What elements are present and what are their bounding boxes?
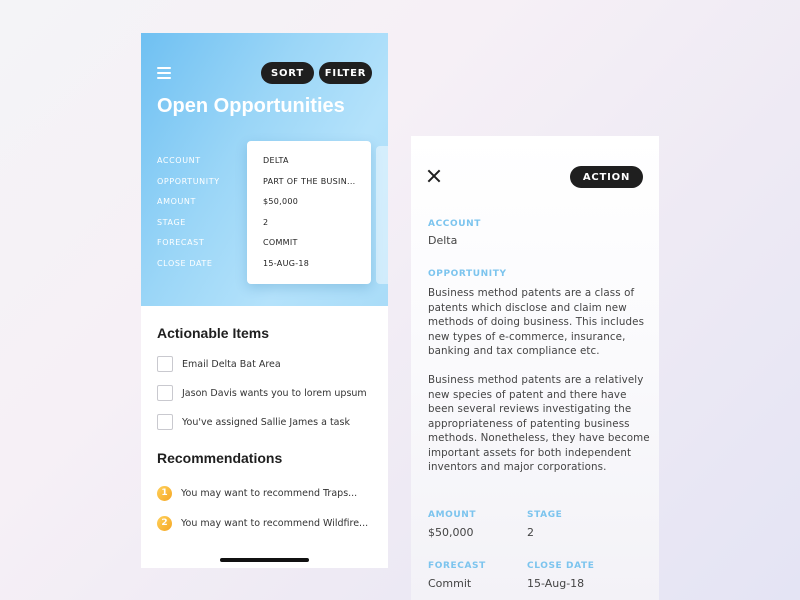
checkbox[interactable] bbox=[157, 414, 173, 430]
close-icon[interactable] bbox=[427, 169, 441, 183]
field-labels: ACCOUNT OPPORTUNITY AMOUNT STAGE FORECAS… bbox=[157, 156, 220, 279]
card-value-opportunity: PART OF THE BUSIN... bbox=[263, 176, 356, 186]
card-value-account: DELTA bbox=[263, 156, 289, 165]
page-title: Open Opportunities bbox=[157, 95, 345, 117]
forecast-label: FORECAST bbox=[428, 561, 486, 571]
account-value: Delta bbox=[428, 234, 458, 247]
close-date-label: CLOSE DATE bbox=[527, 561, 595, 571]
amount-label: AMOUNT bbox=[428, 510, 477, 520]
checkbox[interactable] bbox=[157, 385, 173, 401]
card-value-close-date: 15-AUG-18 bbox=[263, 258, 310, 268]
menu-icon[interactable] bbox=[157, 67, 171, 79]
field-label-opportunity: OPPORTUNITY bbox=[157, 176, 220, 186]
field-label-amount: AMOUNT bbox=[157, 197, 196, 206]
recommendation-label: You may want to recommend Traps... bbox=[181, 487, 358, 499]
card-value-forecast: COMMIT bbox=[263, 238, 298, 247]
number-badge: 1 bbox=[157, 485, 172, 501]
actionable-items-title: Actionable Items bbox=[157, 325, 270, 341]
amount-value: $50,000 bbox=[428, 526, 474, 539]
recommendation-label: You may want to recommend Wildfire... bbox=[181, 517, 369, 529]
filter-button[interactable]: FILTER bbox=[319, 62, 372, 84]
recommendation-item[interactable]: 2 You may want to recommend Wildfire... bbox=[157, 515, 368, 531]
next-card-peek[interactable] bbox=[376, 146, 388, 284]
field-label-stage: STAGE bbox=[157, 217, 186, 227]
header-hero: SORT FILTER Open Opportunities ACCOUNT O… bbox=[141, 33, 388, 306]
actionable-item[interactable]: Jason Davis wants you to lorem upsum bbox=[157, 385, 367, 401]
recommendations-title: Recommendations bbox=[157, 450, 283, 466]
home-indicator[interactable] bbox=[220, 558, 309, 562]
stage-value: 2 bbox=[527, 526, 534, 539]
opportunity-card[interactable]: DELTA PART OF THE BUSIN... $50,000 2 COM… bbox=[247, 141, 371, 284]
number-badge: 2 bbox=[157, 515, 172, 531]
sort-button[interactable]: SORT bbox=[261, 62, 314, 84]
actionable-item[interactable]: Email Delta Bat Area bbox=[157, 356, 281, 372]
close-date-value: 15-Aug-18 bbox=[527, 577, 585, 590]
actionable-item-label: You've assigned Sallie James a task bbox=[182, 416, 350, 428]
field-label-account: ACCOUNT bbox=[157, 156, 201, 165]
stage-label: STAGE bbox=[527, 510, 563, 520]
opportunity-description: Business method patents are a relatively… bbox=[428, 374, 650, 473]
opportunity-label: OPPORTUNITY bbox=[428, 269, 507, 279]
checkbox[interactable] bbox=[157, 356, 173, 372]
card-value-stage: 2 bbox=[263, 217, 269, 227]
recommendation-item[interactable]: 1 You may want to recommend Traps... bbox=[157, 485, 357, 501]
account-label: ACCOUNT bbox=[428, 219, 482, 229]
actionable-item-label: Email Delta Bat Area bbox=[182, 358, 281, 370]
actionable-item[interactable]: You've assigned Sallie James a task bbox=[157, 414, 350, 430]
opportunities-list-screen: SORT FILTER Open Opportunities ACCOUNT O… bbox=[141, 33, 388, 568]
opportunity-description: Business method patents are a class of p… bbox=[428, 287, 645, 357]
field-label-close-date: CLOSE DATE bbox=[157, 258, 213, 268]
action-button[interactable]: ACTION bbox=[570, 166, 643, 188]
card-value-amount: $50,000 bbox=[263, 197, 299, 206]
forecast-value: Commit bbox=[428, 577, 472, 590]
field-label-forecast: FORECAST bbox=[157, 238, 205, 247]
opportunity-detail-screen: ACTION ACCOUNT Delta OPPORTUNITY Busines… bbox=[411, 136, 659, 600]
actionable-item-label: Jason Davis wants you to lorem upsum bbox=[182, 387, 367, 399]
